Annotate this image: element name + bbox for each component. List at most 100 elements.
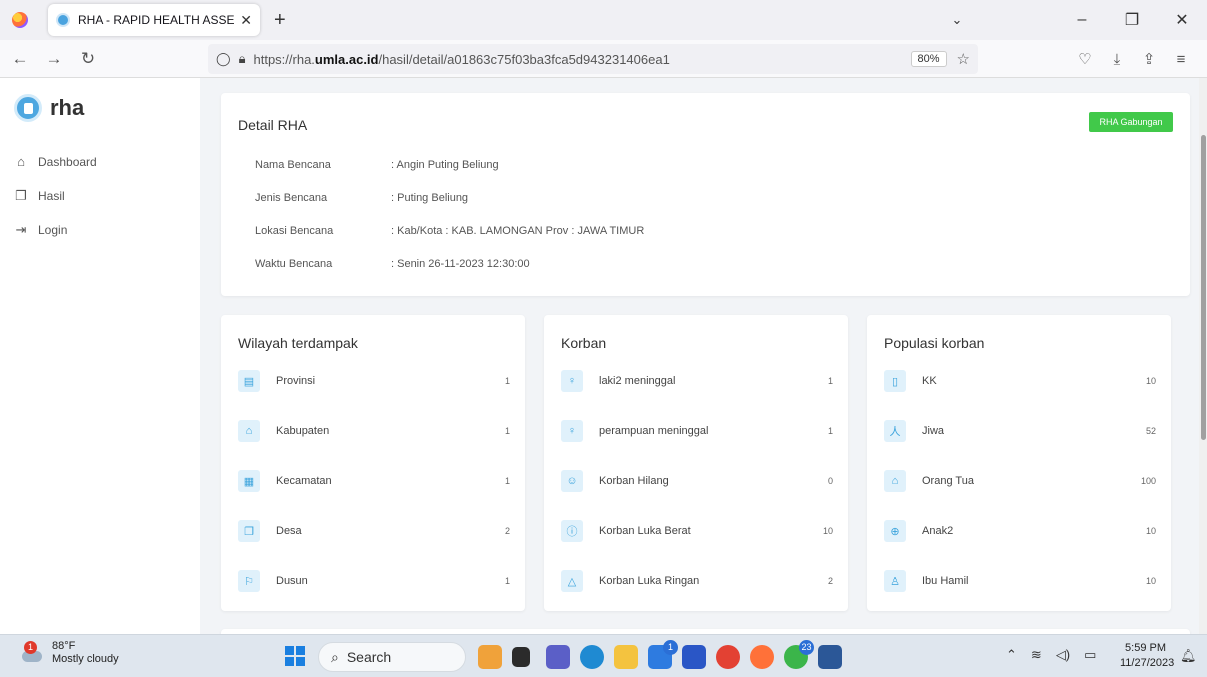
- brand[interactable]: rha: [14, 94, 84, 122]
- list-item: ▯ KK 10: [884, 369, 1156, 393]
- tab-close-icon[interactable]: ✕: [240, 12, 252, 29]
- sidebar-item-label: Hasil: [38, 189, 65, 203]
- detail-row: Nama Bencana: Angin Puting Beliung: [255, 159, 499, 171]
- store-icon[interactable]: 1: [648, 640, 678, 669]
- wifi-icon[interactable]: ≋: [1031, 647, 1042, 663]
- document-icon: ▤: [238, 370, 260, 392]
- list-item: ⚐ Dusun 1: [238, 569, 510, 593]
- user-icon: ♙: [884, 570, 906, 592]
- list-item: 人 Jiwa 52: [884, 419, 1156, 443]
- populasi-card: Populasi korban ▯ KK 10 人 Jiwa 52 ⌂ Orang Tua…: [867, 315, 1171, 611]
- detail-title: Detail RHA: [238, 117, 308, 133]
- volume-icon[interactable]: ◁): [1056, 647, 1070, 663]
- sidebar: rha ⌂ Dashboard ❐ Hasil ⇥ Login: [0, 78, 200, 634]
- battery-icon[interactable]: ▭: [1084, 647, 1096, 663]
- sidebar-item-dashboard[interactable]: ⌂ Dashboard: [14, 154, 97, 169]
- home-icon: ⌂: [884, 470, 906, 492]
- list-item: ⓘ Korban Luka Berat 10: [561, 519, 833, 543]
- rha-gabungan-button[interactable]: RHA Gabungan: [1089, 112, 1173, 132]
- sidebar-item-label: Login: [38, 223, 68, 237]
- list-item: △ Korban Luka Ringan 2: [561, 569, 833, 593]
- chrome-icon[interactable]: [716, 645, 740, 669]
- scrollbar-thumb[interactable]: [1201, 135, 1206, 440]
- tab-list-chevron-icon[interactable]: ⌄: [937, 12, 977, 28]
- list-item: ⌂ Kabupaten 1: [238, 419, 510, 443]
- list-item: ♙ Ibu Hamil 10: [884, 569, 1156, 593]
- person-icon: ♀: [561, 420, 583, 442]
- home-icon: ⌂: [238, 420, 260, 442]
- taskbar-search[interactable]: ⌕ Search: [318, 642, 466, 672]
- korban-card: Korban ♀ laki2 meninggal 1 ♀ perampuan meni…: [544, 315, 848, 611]
- browser-tab[interactable]: RHA - RAPID HEALTH ASSESSM ✕: [48, 4, 260, 36]
- list-item: ♀ perampuan meninggal 1: [561, 419, 833, 443]
- search-icon: ⌕: [331, 648, 339, 665]
- restore-icon[interactable]: ❐: [1107, 10, 1157, 30]
- taskbar: 1 88°F Mostly cloudy ⌕ Search 1 23 ⌃ ≋ ◁…: [0, 634, 1207, 677]
- close-window-icon[interactable]: ✕: [1157, 10, 1207, 30]
- firefox-icon[interactable]: [12, 12, 28, 28]
- list-item: ☺ Korban Hilang 0: [561, 469, 833, 493]
- warning-icon: △: [561, 570, 583, 592]
- person-walk-icon: 人: [884, 420, 906, 442]
- bookmark-star-icon[interactable]: ☆: [957, 50, 970, 68]
- sidebar-item-login[interactable]: ⇥ Login: [14, 222, 68, 238]
- sidebar-item-hasil[interactable]: ❐ Hasil: [14, 188, 65, 204]
- tablet-icon: ▯: [884, 370, 906, 392]
- notification-bell-icon[interactable]: 🔔︎: [1180, 648, 1197, 664]
- task-view-icon[interactable]: [512, 647, 530, 667]
- plus-circle-icon: ⊕: [884, 520, 906, 542]
- tab-title: RHA - RAPID HEALTH ASSESSM: [78, 13, 235, 27]
- share-icon[interactable]: ⇪: [1133, 50, 1165, 68]
- teams-icon[interactable]: [546, 645, 570, 669]
- file-explorer-icon[interactable]: [614, 645, 638, 669]
- windows-start-icon[interactable]: [285, 646, 305, 666]
- detail-row: Lokasi Bencana: Kab/Kota : KAB. LAMONGAN…: [255, 225, 645, 237]
- menu-icon[interactable]: ≡: [1165, 51, 1197, 68]
- populasi-title: Populasi korban: [884, 335, 985, 351]
- reload-icon[interactable]: ↻: [74, 49, 102, 69]
- back-icon[interactable]: ←: [6, 49, 34, 69]
- korban-title: Korban: [561, 335, 607, 351]
- zoom-level-button[interactable]: 80%: [910, 51, 947, 67]
- detail-card: Detail RHA RHA Gabungan Nama Bencana: An…: [221, 93, 1190, 296]
- list-item: ▦ Kecamatan 1: [238, 469, 510, 493]
- tray-chevron-icon[interactable]: ⌃: [1006, 647, 1017, 663]
- person-icon: ♀: [561, 370, 583, 392]
- app-icon[interactable]: [682, 645, 706, 669]
- list-item: ⌂ Orang Tua 100: [884, 469, 1156, 493]
- weather-badge: 1: [24, 641, 37, 654]
- edge-icon[interactable]: [580, 645, 604, 669]
- url-text[interactable]: https://rha.umla.ac.id/hasil/detail/a018…: [253, 52, 910, 67]
- browser-tab-bar: RHA - RAPID HEALTH ASSESSM ✕ + ⌄ – ❐ ✕: [0, 0, 1207, 40]
- weather-temp: 88°F: [52, 640, 76, 652]
- list-item: ⊕ Anak2 10: [884, 519, 1156, 543]
- download-icon[interactable]: ⤓: [1101, 51, 1133, 68]
- browser-nav-bar: ← → ↻ ◯ 🔒︎ https://rha.umla.ac.id/hasil/…: [0, 40, 1207, 78]
- widgets-app-icon[interactable]: [478, 645, 502, 669]
- list-item: ▤ Provinsi 1: [238, 369, 510, 393]
- user-search-icon: ☺: [561, 470, 583, 492]
- lock-icon[interactable]: 🔒︎: [239, 51, 246, 67]
- window-controls: ⌄ – ❐ ✕: [937, 0, 1207, 40]
- shield-icon[interactable]: ◯: [216, 51, 231, 67]
- brand-name: rha: [50, 95, 85, 120]
- home-icon: ⌂: [17, 154, 25, 169]
- clock[interactable]: 5:59 PM 11/27/2023: [1120, 641, 1174, 671]
- system-tray: ⌃ ≋ ◁) ▭: [1006, 647, 1110, 663]
- cloud-icon: 1: [20, 641, 44, 663]
- url-bar[interactable]: ◯ 🔒︎ https://rha.umla.ac.id/hasil/detail…: [208, 44, 978, 74]
- new-tab-button[interactable]: +: [274, 9, 286, 32]
- weather-desc: Mostly cloudy: [52, 653, 119, 665]
- pocket-icon[interactable]: ♡: [1069, 50, 1101, 68]
- forward-icon[interactable]: →: [40, 49, 68, 69]
- toolbar-right: ♡ ⤓ ⇪ ≡: [1069, 40, 1197, 78]
- word-icon[interactable]: [818, 645, 842, 669]
- minimize-icon[interactable]: –: [1057, 11, 1107, 29]
- firefox-taskbar-icon[interactable]: [750, 645, 774, 669]
- search-label: Search: [346, 649, 392, 665]
- weather-widget[interactable]: 1 88°F Mostly cloudy: [20, 640, 119, 666]
- login-icon: ⇥: [15, 222, 27, 237]
- building-icon: ▦: [238, 470, 260, 492]
- whatsapp-icon[interactable]: 23: [784, 640, 814, 669]
- rha-favicon-icon: [56, 13, 70, 27]
